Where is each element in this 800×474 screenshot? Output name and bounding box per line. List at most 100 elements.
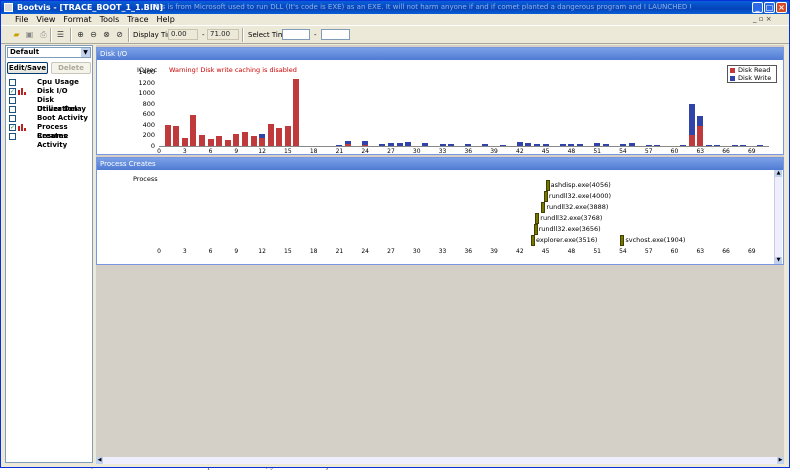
disk-read-bar: [216, 135, 223, 146]
mdi-window-controls[interactable]: _ ▫ ×: [753, 15, 772, 23]
disk-io-panel-title: Disk I/O: [97, 48, 783, 60]
maximize-button[interactable]: □: [764, 2, 775, 13]
menu-file[interactable]: File: [11, 14, 32, 25]
x-tick-label: 69: [747, 148, 756, 155]
menu-tools[interactable]: Tools: [96, 14, 124, 25]
disk-write-bar: [534, 143, 541, 146]
close-button[interactable]: ×: [776, 2, 787, 13]
select-time-separator: -: [314, 31, 317, 39]
disk-read-bar: [284, 125, 291, 146]
display-time-end-field[interactable]: 71.00: [207, 29, 239, 40]
title-overlay-text: This is from Microsoft used to run DLL (…: [151, 3, 691, 11]
process-x-tick-label: 60: [670, 248, 679, 255]
process-x-tick-label: 57: [644, 248, 653, 255]
menu-trace[interactable]: Trace: [123, 14, 152, 25]
graph-preset-combo[interactable]: Default ▼: [7, 47, 91, 58]
graph-item-driver-delay[interactable]: Driver Delay: [9, 105, 91, 114]
display-time-start-field[interactable]: 0.00: [168, 29, 198, 40]
process-x-tick-label: 48: [567, 248, 576, 255]
x-tick-label: 60: [670, 148, 679, 155]
disk-write-bar: [422, 143, 429, 146]
checkbox[interactable]: [9, 133, 16, 140]
graph-selection-panel: Default ▼ Edit/Save Delete Cpu Usage ✓ Dis…: [5, 45, 93, 463]
process-marker-bar: [535, 213, 540, 224]
x-tick-label: 3: [182, 148, 187, 155]
graph-item-boot-activity[interactable]: Boot Activity: [9, 114, 91, 123]
graph-item-disk-i-o[interactable]: ✓ Disk I/O: [9, 87, 91, 96]
y-tick-label: 800: [142, 99, 155, 108]
zoom-out-icon[interactable]: ⊖: [88, 29, 99, 40]
graph-item-process-creates[interactable]: ✓ Process Creates: [9, 123, 91, 140]
graph-item-cpu-usage[interactable]: Cpu Usage: [9, 78, 91, 87]
scroll-left-icon[interactable]: ◀: [96, 457, 103, 464]
zoom-in-icon[interactable]: ⊕: [75, 29, 86, 40]
process-x-tick-label: 18: [309, 248, 318, 255]
y-tick-label: 1200: [138, 78, 155, 87]
disk-write-bar: [680, 144, 687, 146]
process-label: rundll32.exe(3768): [540, 214, 603, 222]
x-tick-label: 6: [208, 148, 213, 155]
print-icon[interactable]: ⎙: [38, 29, 49, 40]
disk-read-bar: [250, 135, 257, 146]
open-folder-icon[interactable]: ▰: [11, 29, 22, 40]
disk-read-bar: [293, 78, 300, 146]
process-x-tick-label: 33: [438, 248, 447, 255]
process-ylabel: Process: [133, 175, 158, 183]
legend-item-read: Disk Read: [728, 66, 776, 74]
title-bar[interactable]: Bootvis - [TRACE_BOOT_1_1.BIN] This is f…: [1, 1, 789, 14]
disk-write-bar: [731, 145, 738, 146]
minimize-button[interactable]: _: [752, 2, 763, 13]
menu-help[interactable]: Help: [153, 14, 179, 25]
scroll-up-icon[interactable]: ▲: [775, 170, 782, 177]
disk-write-bar: [705, 144, 712, 146]
main-horizontal-scrollbar[interactable]: ◀ ▶: [96, 457, 784, 464]
edit-save-button[interactable]: Edit/Save: [7, 62, 48, 74]
graph-item-resume-activity[interactable]: Resume Activity: [9, 132, 91, 149]
list-icon[interactable]: ☰: [55, 29, 66, 40]
select-time-end-field[interactable]: [321, 29, 350, 40]
save-icon[interactable]: ▣: [24, 29, 35, 40]
process-x-tick-label: 21: [335, 248, 344, 255]
legend-label-read: Disk Read: [738, 66, 771, 74]
disk-write-bar: [499, 144, 506, 146]
checkbox[interactable]: ✓: [9, 124, 16, 131]
graph-item-disk-utilization[interactable]: Disk Utilization: [9, 96, 91, 113]
process-x-tick-label: 69: [747, 248, 756, 255]
y-tick-label: 200: [142, 131, 155, 140]
disk-io-legend: Disk Read Disk Write: [727, 65, 777, 83]
delete-button[interactable]: Delete: [51, 62, 91, 74]
select-time-start-field[interactable]: [282, 29, 310, 40]
x-tick-label: 33: [438, 148, 447, 155]
menu-view[interactable]: View: [32, 14, 59, 25]
disk-write-bar: [628, 142, 635, 146]
checkbox[interactable]: [9, 79, 16, 86]
process-x-tick-label: 9: [234, 248, 239, 255]
scroll-right-icon[interactable]: ▶: [777, 457, 784, 464]
y-tick-label: 600: [142, 110, 155, 119]
process-x-tick-label: 24: [361, 248, 369, 255]
x-tick-label: 42: [516, 148, 524, 155]
process-x-tick-label: 63: [696, 248, 705, 255]
process-x-tick-label: 36: [464, 248, 473, 255]
disk-read-bar: [224, 139, 231, 146]
process-vertical-scrollbar[interactable]: ▲ ▼: [774, 170, 782, 264]
disk-write-bar: [688, 103, 695, 136]
checkbox[interactable]: [9, 97, 16, 104]
checkbox[interactable]: [9, 115, 16, 122]
menu-format[interactable]: Format: [59, 14, 95, 25]
process-x-tick-label: 12: [258, 248, 266, 255]
disk-write-bar: [387, 143, 394, 146]
scroll-down-icon[interactable]: ▼: [775, 257, 782, 264]
checkbox[interactable]: [9, 106, 16, 113]
zoom-selection-icon[interactable]: ⊗: [101, 29, 112, 40]
x-tick-label: 39: [490, 148, 498, 155]
checkbox[interactable]: ✓: [9, 88, 16, 95]
graph-item-label: Disk I/O: [37, 87, 68, 95]
disk-read-bar: [276, 128, 283, 146]
zoom-reset-icon[interactable]: ⊘: [114, 29, 125, 40]
disk-read-bar: [181, 137, 188, 146]
disk-write-bar: [697, 116, 704, 126]
process-x-tick-label: 45: [541, 248, 550, 255]
chevron-down-icon[interactable]: ▼: [81, 48, 90, 57]
process-label: rundll32.exe(4000): [548, 192, 612, 200]
